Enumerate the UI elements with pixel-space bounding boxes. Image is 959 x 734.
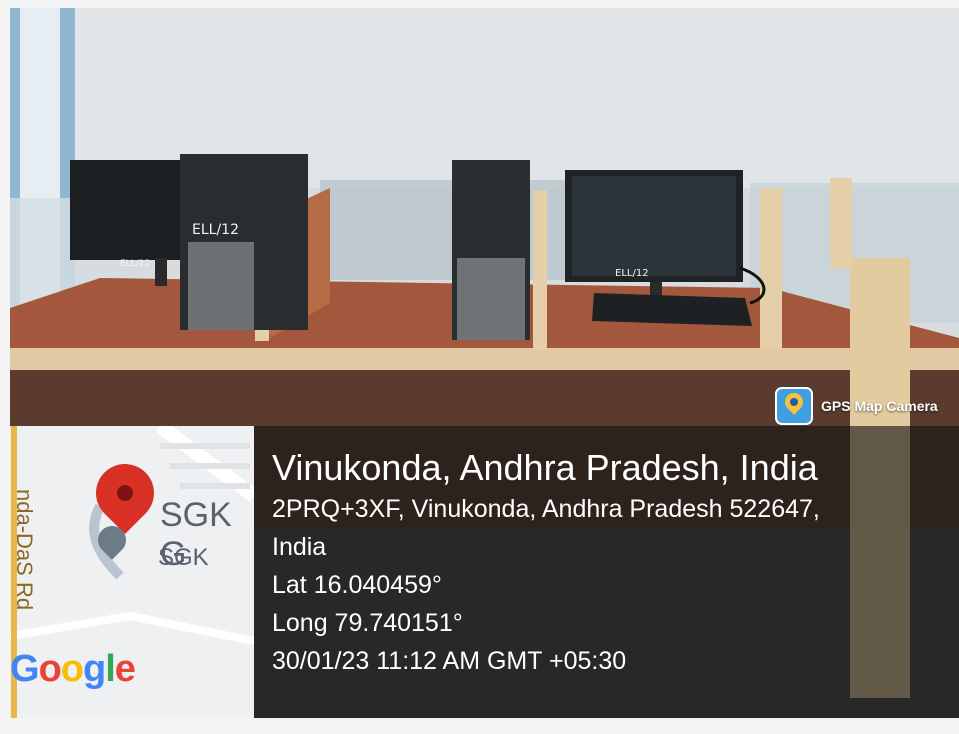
monitor-label: ELL/12: [615, 268, 649, 279]
map-pin-icon: [775, 387, 813, 425]
mini-map: SGK G SGK nda-DaS Rd Google: [10, 426, 254, 718]
address-line-1: 2PRQ+3XF, Vinukonda, Andhra Pradesh 5226…: [272, 495, 820, 523]
location-overlay: SGK G SGK nda-DaS Rd Google Vinukonda, A…: [10, 426, 959, 718]
location-title: Vinukonda, Andhra Pradesh, India: [272, 447, 818, 488]
google-logo: Google: [10, 648, 136, 690]
address-line-2: India: [272, 533, 327, 561]
monitor-label: ELL/12: [120, 259, 150, 269]
monitor-label: ELL/12: [192, 222, 239, 238]
location-info: Vinukonda, Andhra Pradesh, India 2PRQ+3X…: [254, 426, 959, 718]
date-time: 30/01/23 11:12 AM GMT +05:30: [272, 647, 627, 675]
latitude: Lat 16.040459°: [272, 571, 442, 599]
longitude: Long 79.740151°: [272, 609, 463, 637]
place-label-small: SGK: [158, 544, 209, 571]
badge-text: GPS Map Camera: [821, 398, 938, 414]
photo: ELL/12 ELL/12 ELL/12 GPS Map Camera SGK G …: [10, 8, 959, 718]
